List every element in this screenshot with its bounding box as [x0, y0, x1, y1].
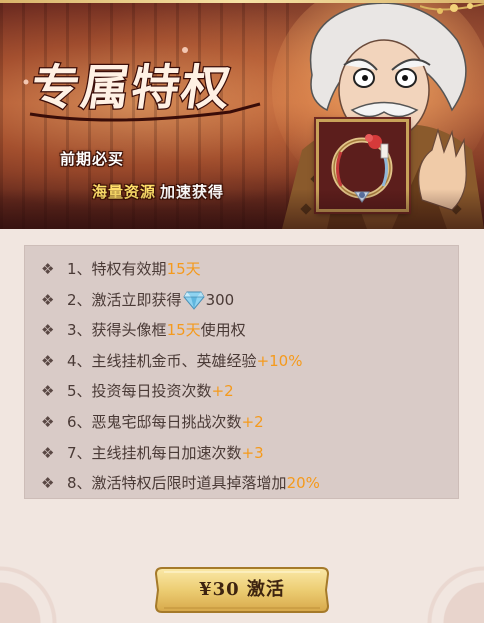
bullet-icon: ❖ [41, 412, 55, 431]
banner-top-gold-line [0, 0, 484, 3]
perk-item-1: ❖ 1、特权有效期15天 [41, 254, 320, 285]
perk-suffix: 使用权 [200, 321, 246, 340]
privilege-popup: 专属特权 前期必买 海量资源加速获得 [0, 0, 484, 623]
perk-number: 3、 [67, 321, 92, 340]
perk-highlight: +3 [241, 443, 264, 462]
bullet-icon: ❖ [41, 290, 55, 309]
perk-item-2: ❖ 2、激活立即获得 300 [41, 285, 320, 316]
perk-item-6: ❖ 6、恶鬼宅邸每日挑战次数+2 [41, 407, 320, 438]
perk-number: 2、 [67, 290, 92, 309]
perk-number: 7、 [67, 443, 92, 462]
perk-text: 激活特权后限时道具掉落增加 [91, 474, 287, 493]
perk-text: 特权有效期 [91, 260, 167, 278]
perk-highlight: 20% [286, 474, 320, 493]
perk-text: 投资每日投资次数 [91, 382, 212, 401]
perk-text: 激活立即获得 [91, 290, 182, 309]
perk-value: 300 [205, 290, 235, 309]
bullet-icon: ❖ [41, 260, 55, 278]
perk-item-5: ❖ 5、投资每日投资次数+2 [41, 376, 320, 407]
perk-highlight: +10% [256, 351, 303, 370]
bullet-icon: ❖ [41, 474, 55, 493]
perk-text: 主线挂机金币、英雄经验 [91, 351, 257, 370]
perk-text: 主线挂机每日加速次数 [91, 443, 242, 462]
perk-item-4: ❖ 4、主线挂机金币、英雄经验+10% [41, 346, 320, 377]
perk-highlight: +2 [241, 412, 264, 431]
perk-item-8: ❖ 8、激活特权后限时道具掉落增加20% [41, 468, 320, 499]
activate-button-label: ¥30 激活 [199, 579, 285, 600]
bullet-icon: ❖ [41, 443, 55, 462]
bullet-icon: ❖ [41, 321, 55, 340]
perk-number: 8、 [67, 474, 92, 493]
gold-flower-ornament [420, 3, 484, 14]
bullet-icon: ❖ [41, 351, 55, 370]
perk-item-7: ❖ 7、主线挂机每日加速次数+3 [41, 438, 320, 469]
perk-number: 5、 [67, 382, 92, 401]
perk-list: ❖ 1、特权有效期15天 ❖ 2、激活立即获得 300 ❖ 3、获得头像框15天使用权 [41, 254, 320, 499]
perk-list-box: ❖ 1、特权有效期15天 ❖ 2、激活立即获得 300 ❖ 3、获得头像框15天使用权 [24, 245, 459, 499]
perk-panel: ❖ 1、特权有效期15天 ❖ 2、激活立即获得 300 ❖ 3、获得头像框15天使用权 [0, 229, 484, 623]
title-calligraphy: 专属特权 [23, 47, 261, 122]
banner-subtitle-1: 前期必买 [60, 150, 125, 168]
perk-highlight: +2 [211, 382, 234, 401]
perk-number: 1、 [67, 260, 92, 278]
banner-bottom-shadow [0, 189, 484, 229]
perk-number: 6、 [67, 412, 92, 431]
diamond-gem-icon [182, 291, 205, 310]
privilege-banner: 专属特权 前期必买 海量资源加速获得 [0, 0, 484, 229]
perk-highlight: 15天 [166, 321, 201, 340]
perk-highlight: 15天 [166, 260, 201, 278]
perk-text: 获得头像框 [91, 321, 167, 340]
perk-item-3: ❖ 3、获得头像框15天使用权 [41, 315, 320, 346]
bullet-icon: ❖ [41, 382, 55, 401]
perk-text: 恶鬼宅邸每日挑战次数 [91, 412, 242, 431]
banner-title: 专属特权 [28, 60, 236, 116]
perk-number: 4、 [67, 351, 92, 370]
activate-purchase-button[interactable]: ¥30 激活 [154, 566, 330, 614]
